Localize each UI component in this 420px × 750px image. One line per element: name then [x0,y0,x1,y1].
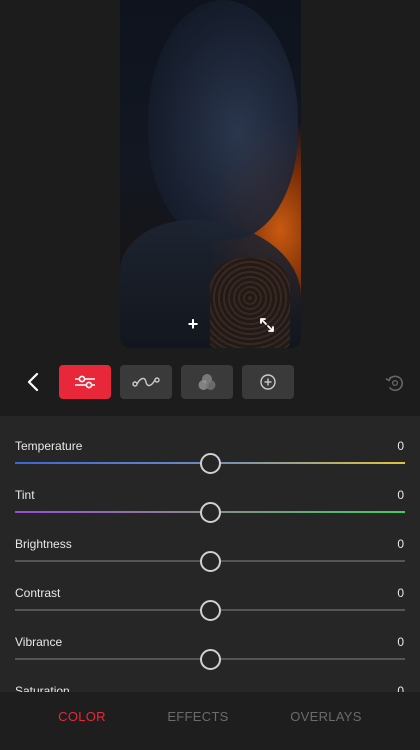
slider-value: 0 [397,439,404,453]
slider-temperature: Temperature 0 [0,439,420,488]
tool-selective-button[interactable] [242,365,294,399]
reset-icon[interactable] [382,370,408,396]
slider-contrast: Contrast 0 [0,586,420,635]
plus-icon[interactable]: + [180,311,206,337]
slider-value: 0 [397,635,404,649]
expand-arrows-icon[interactable] [254,312,280,338]
slider-brightness: Brightness 0 [0,537,420,586]
tab-effects[interactable]: EFFECTS [138,709,258,724]
bottom-tab-bar: COLOR EFFECTS OVERLAYS [0,692,420,750]
tool-hsl-button[interactable] [181,365,233,399]
slider-value: 0 [397,586,404,600]
edit-toolbar [0,358,420,406]
slider-thumb[interactable] [200,453,221,474]
curve-wave-icon [132,377,160,387]
slider-label: Temperature [15,439,83,453]
slider-thumb[interactable] [200,502,221,523]
color-circles-icon [198,374,216,390]
slider-value: 0 [397,684,404,692]
slider-thumb[interactable] [200,649,221,670]
slider-thumb[interactable] [200,551,221,572]
slider-saturation: Saturation 0 [0,684,420,692]
tool-curves-button[interactable] [120,365,172,399]
slider-tint: Tint 0 [0,488,420,537]
tool-adjust-button[interactable] [59,365,111,399]
tab-color[interactable]: COLOR [22,709,142,724]
tab-overlays[interactable]: OVERLAYS [266,709,386,724]
slider-value: 0 [397,537,404,551]
photo-subject-head [148,0,298,240]
slider-vibrance: Vibrance 0 [0,635,420,684]
crosshair-circle-icon [260,374,276,390]
sliders-icon [75,375,95,389]
chevron-left-icon[interactable] [20,368,46,396]
slider-label: Contrast [15,586,61,600]
adjustment-panel: Temperature 0 Tint 0 Brightness 0 Contra… [0,416,420,692]
slider-label: Brightness [15,537,72,551]
slider-thumb[interactable] [200,600,221,621]
photo-preview: + [120,0,301,348]
slider-label: Saturation [15,684,70,692]
slider-label: Vibrance [15,635,63,649]
slider-label: Tint [15,488,35,502]
slider-value: 0 [397,488,404,502]
